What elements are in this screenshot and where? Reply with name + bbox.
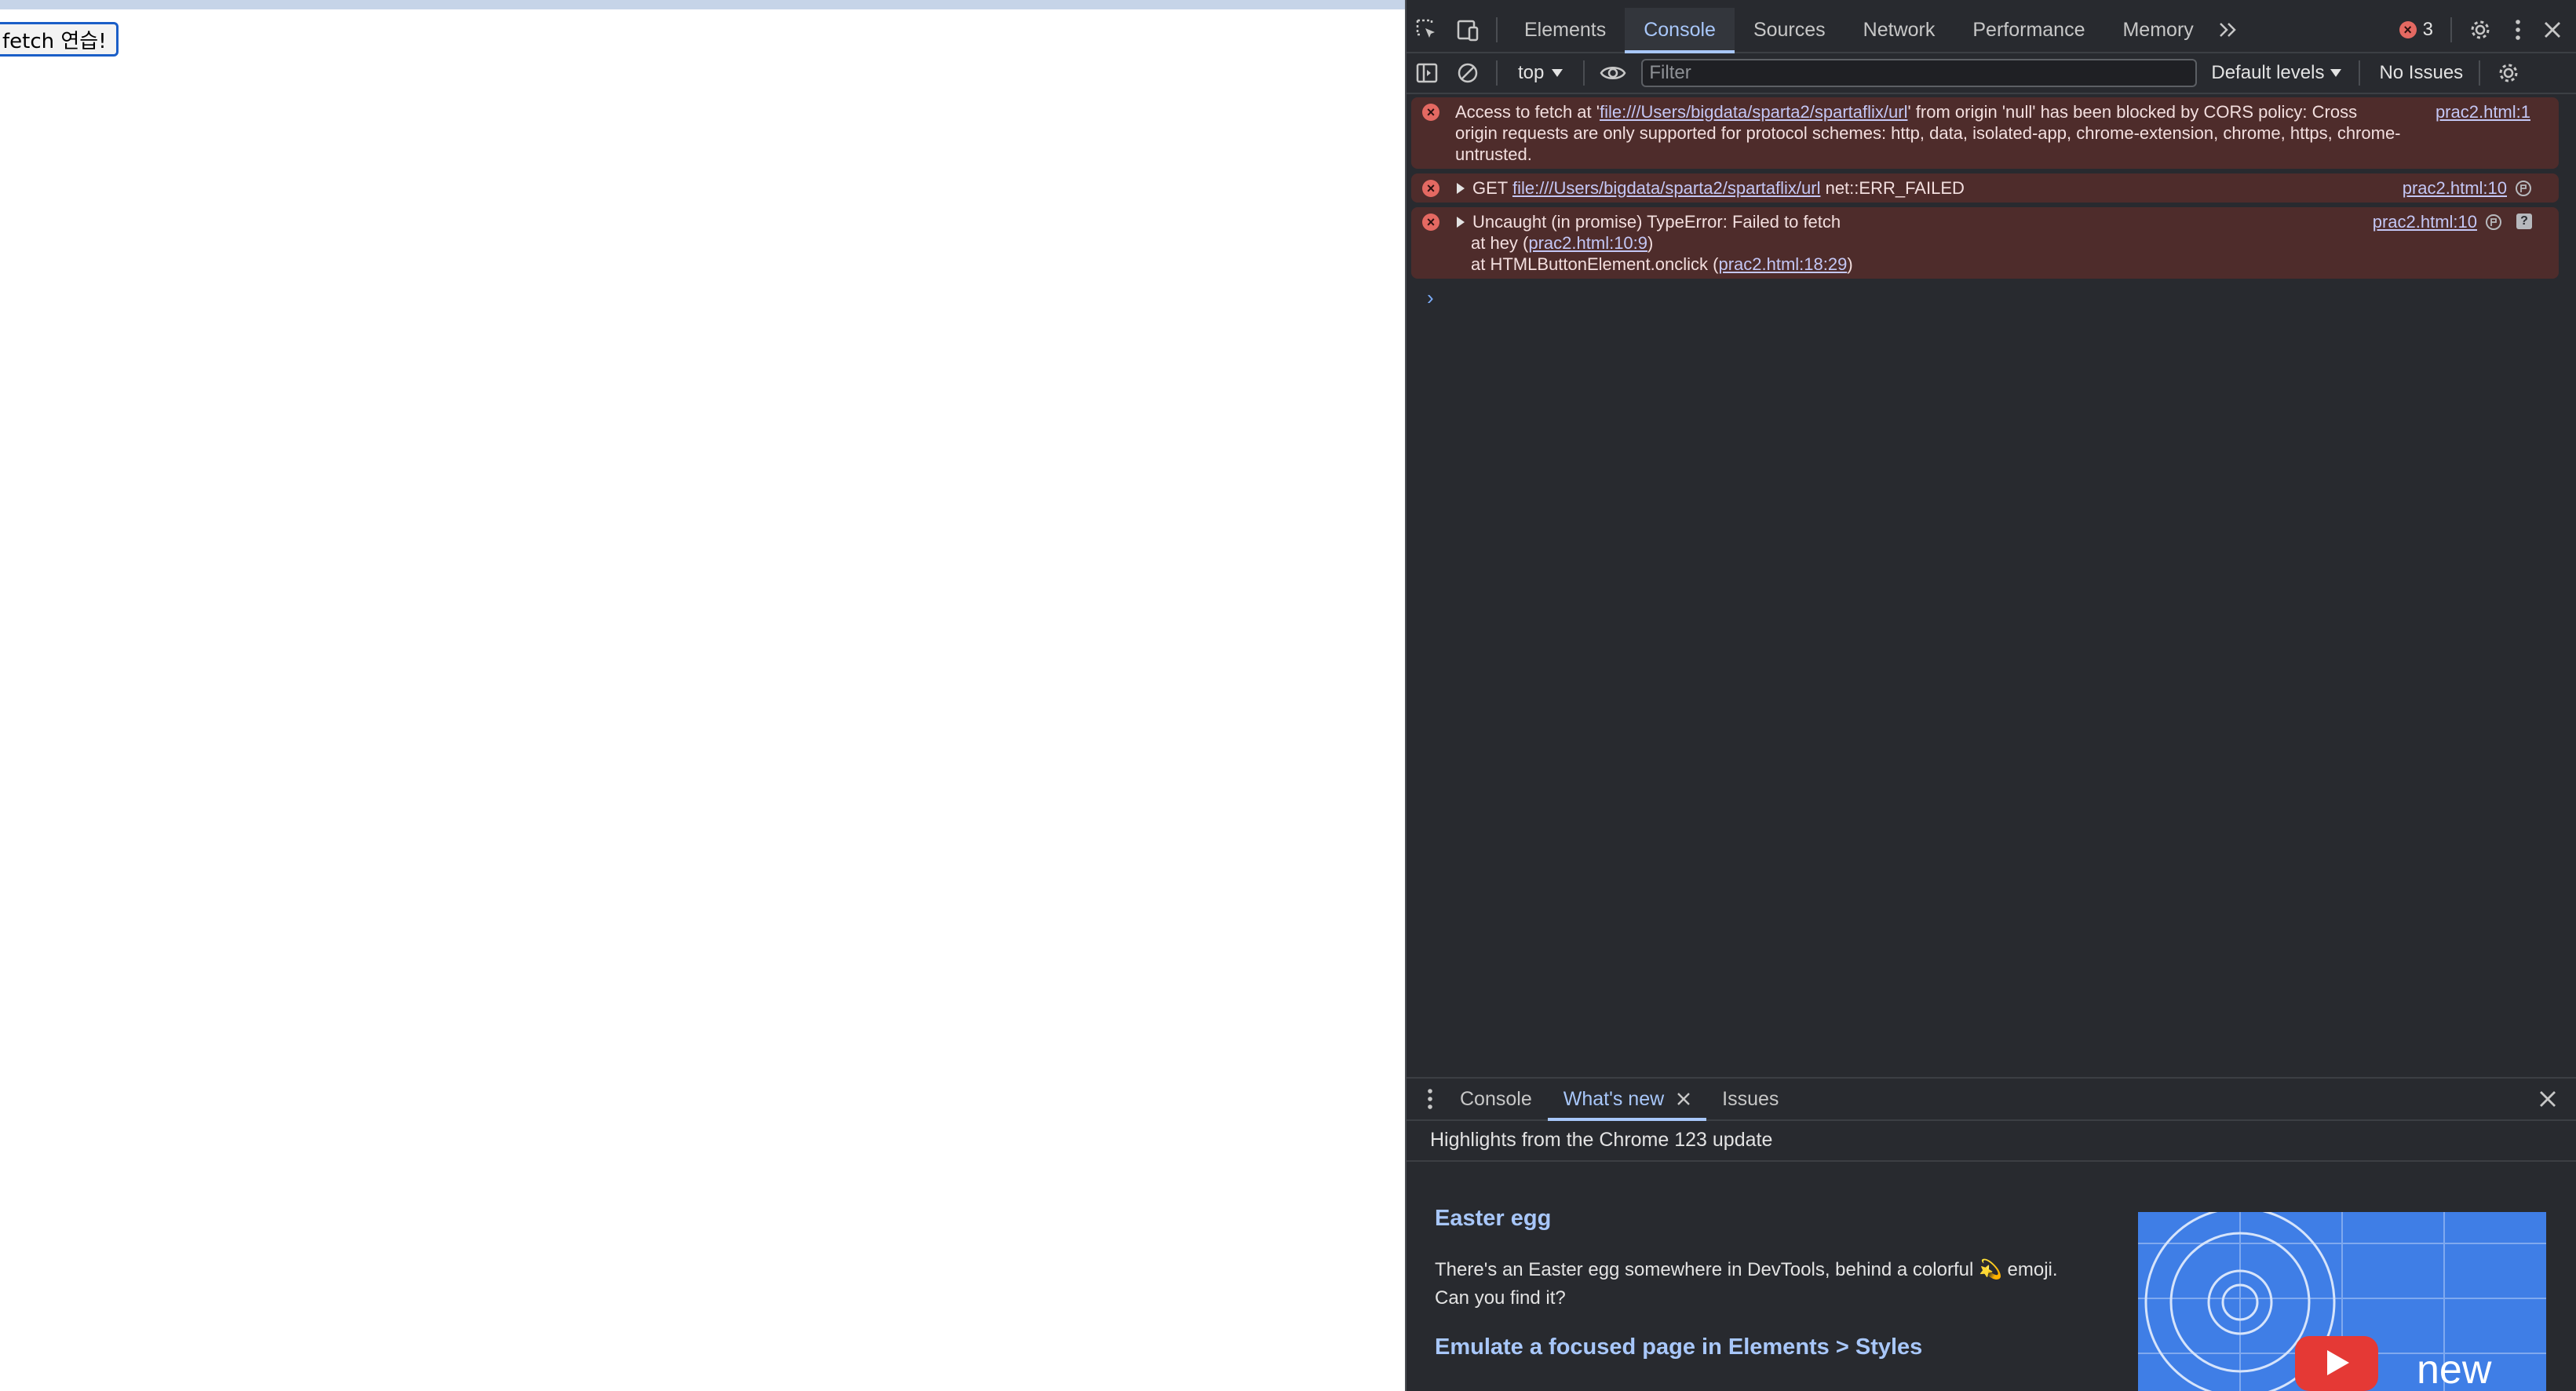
tab-sources[interactable]: Sources [1735, 8, 1844, 52]
console-toolbar: top Default levels No Issues [1407, 53, 2576, 94]
drawer-tab-whats-new[interactable]: What's new [1547, 1079, 1707, 1121]
network-globe-icon[interactable] [2515, 180, 2532, 202]
message-text: Access to fetch at ' [1455, 102, 1600, 122]
issues-counter[interactable]: No Issues [2379, 62, 2463, 84]
whats-new-item-link[interactable]: Emulate a focused page in Elements > Sty… [1435, 1334, 1922, 1360]
tab-performance[interactable]: Performance [1954, 8, 2103, 52]
whats-new-video-thumbnail[interactable]: new [2138, 1212, 2546, 1391]
live-expression-eye-icon[interactable] [1593, 53, 1633, 93]
sidebar-toggle-icon[interactable] [1407, 53, 1447, 93]
stack-frame-text: ) [1847, 254, 1853, 274]
context-value: top [1518, 62, 1545, 83]
toolbar-separator [1496, 60, 1498, 86]
chevron-down-icon [2330, 69, 2342, 77]
inspect-element-icon[interactable] [1407, 9, 1447, 50]
drawer-tab-console[interactable]: Console [1444, 1079, 1548, 1119]
stack-frame-link[interactable]: prac2.html:10:9 [1528, 233, 1647, 253]
network-globe-icon[interactable] [2485, 214, 2502, 235]
devtools-panel: Elements Console Sources Network Perform… [1405, 0, 2576, 1391]
chevron-down-icon [1552, 69, 1563, 77]
stack-frame-text: ) [1647, 233, 1654, 253]
message-text: GET [1472, 178, 1512, 198]
drawer-tab-bar: Console What's new Issues [1407, 1077, 2576, 1121]
stack-frame: at hey (prac2.html:10:9) [1471, 232, 2549, 254]
drawer-menu-kebab-icon[interactable] [1416, 1079, 1444, 1119]
console-prompt-chevron-icon[interactable]: › [1427, 286, 1434, 310]
console-messages: × Access to fetch at 'file:///Users/bigd… [1411, 97, 2559, 283]
error-icon: × [1422, 104, 1439, 121]
stack-frame: at HTMLButtonElement.onclick (prac2.html… [1471, 254, 2549, 275]
tab-console[interactable]: Console [1625, 8, 1735, 53]
log-levels-dropdown[interactable]: Default levels [2211, 62, 2342, 84]
log-levels-label: Default levels [2211, 62, 2325, 83]
error-icon: × [1422, 214, 1439, 231]
thumbnail-new-label: new [2417, 1347, 2492, 1391]
console-filter-input[interactable] [1641, 59, 2198, 87]
error-count-value: 3 [2422, 19, 2433, 40]
drawer-tab-label: Issues [1722, 1087, 1779, 1110]
stack-frame-text: at HTMLButtonElement.onclick ( [1471, 254, 1719, 274]
console-settings-gear-icon[interactable] [2488, 53, 2529, 93]
whats-new-item-title[interactable]: Easter egg [1435, 1206, 1551, 1232]
toolbar-separator [2479, 60, 2481, 86]
whats-new-item-description: There's an Easter egg somewhere in DevTo… [1435, 1259, 2058, 1309]
message-source-link[interactable]: prac2.html:10 [2373, 211, 2477, 232]
drawer-tab-label: What's new [1563, 1087, 1665, 1110]
close-tab-icon[interactable] [1677, 1092, 1691, 1106]
stack-frame-text: at hey ( [1471, 233, 1529, 253]
settings-gear-icon[interactable] [2460, 9, 2501, 50]
console-error-message: × GET file:///Users/bigdata/sparta2/spar… [1411, 173, 2559, 203]
divider [1407, 1160, 2576, 1162]
close-devtools-icon[interactable] [2535, 9, 2570, 50]
console-error-message: × Uncaught (in promise) TypeError: Faile… [1411, 207, 2559, 279]
toolbar-separator [2359, 60, 2361, 86]
message-url-link[interactable]: file:///Users/bigdata/sparta2/spartaflix… [1512, 178, 1821, 198]
expand-triangle-icon[interactable] [1457, 183, 1465, 194]
message-source-link[interactable]: prac2.html:10 [2403, 177, 2507, 199]
whats-new-heading: Highlights from the Chrome 123 update [1430, 1129, 1773, 1151]
stack-frame-link[interactable]: prac2.html:18:29 [1718, 254, 1847, 274]
message-text: net::ERR_FAILED [1820, 178, 1965, 198]
expand-triangle-icon[interactable] [1457, 217, 1465, 228]
error-icon: × [2399, 21, 2417, 38]
devtools-main-toolbar: Elements Console Sources Network Perform… [1407, 8, 2576, 53]
drawer-tab-issues[interactable]: Issues [1706, 1079, 1794, 1119]
error-icon: × [1422, 180, 1439, 197]
page-top-border [0, 0, 1405, 9]
close-drawer-icon[interactable] [2527, 1079, 2568, 1119]
clear-console-icon[interactable] [1447, 53, 1488, 93]
tab-memory[interactable]: Memory [2103, 8, 2212, 52]
more-options-kebab-icon[interactable] [2501, 9, 2535, 50]
javascript-context-select[interactable]: top [1505, 62, 1575, 84]
help-question-icon[interactable]: ? [2516, 214, 2532, 229]
toolbar-separator [1496, 17, 1498, 42]
toolbar-separator [2450, 17, 2452, 42]
fetch-practice-button[interactable]: fetch 연습! [0, 22, 119, 57]
tab-network[interactable]: Network [1844, 8, 1954, 52]
message-url-link[interactable]: file:///Users/bigdata/sparta2/spartaflix… [1600, 102, 1908, 122]
message-source-link[interactable]: prac2.html:1 [2436, 101, 2530, 122]
device-toolbar-icon[interactable] [1447, 9, 1488, 50]
error-counter[interactable]: × 3 [2399, 19, 2433, 41]
more-tabs-chevron-icon[interactable] [2213, 9, 2244, 50]
drawer-tab-label: Console [1460, 1087, 1532, 1110]
web-page-viewport: fetch 연습! [0, 0, 1405, 1391]
console-error-message: × Access to fetch at 'file:///Users/bigd… [1411, 97, 2559, 169]
tab-elements[interactable]: Elements [1505, 8, 1625, 52]
toolbar-separator [1583, 60, 1585, 86]
